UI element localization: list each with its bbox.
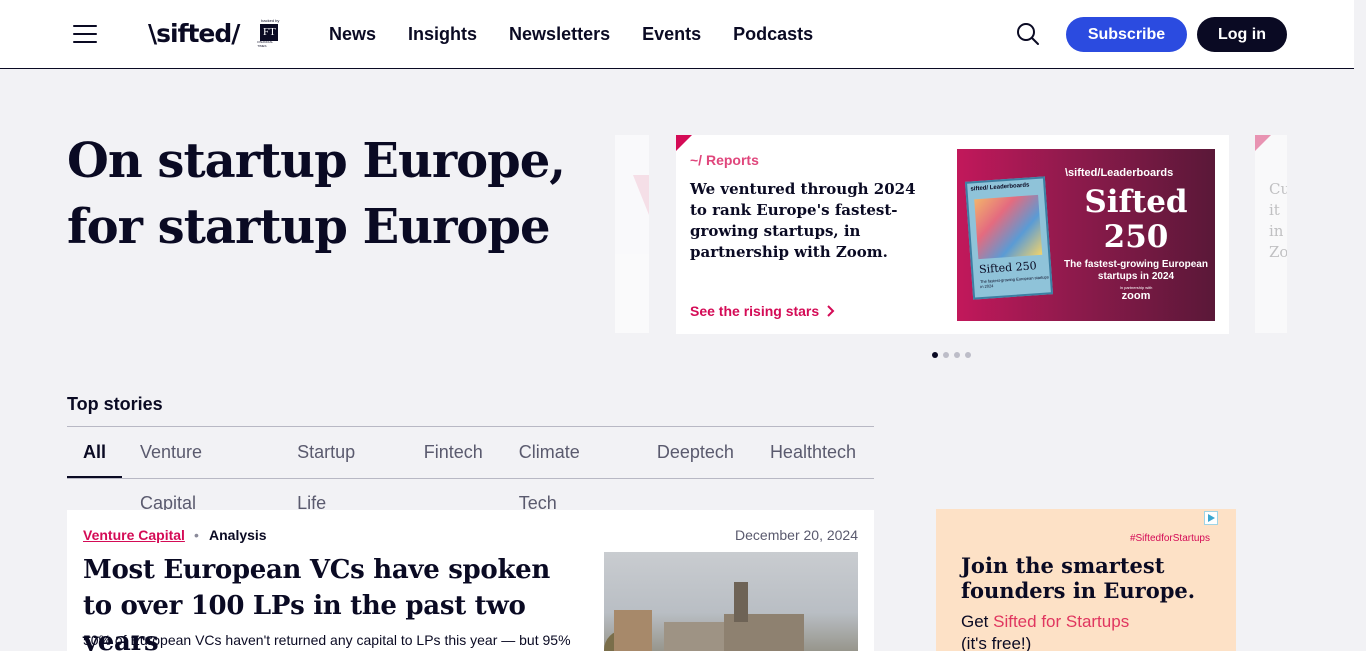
login-button[interactable]: Log in bbox=[1197, 17, 1287, 52]
book-subtitle: The fastest-growing European startups in… bbox=[979, 274, 1049, 290]
article-type: Analysis bbox=[209, 527, 267, 543]
ad-hashtag: #SiftedforStartups bbox=[1129, 533, 1210, 544]
book-illustration bbox=[974, 194, 1043, 260]
nav-insights[interactable]: Insights bbox=[408, 24, 477, 45]
top-stories-title: Top stories bbox=[67, 394, 163, 414]
tab-startup-life[interactable]: Startup Life bbox=[279, 427, 406, 513]
logo-text: \sifted/ bbox=[148, 18, 240, 48]
site-header: \sifted/ backed by FT FINANCIAL TIMES Ne… bbox=[0, 0, 1354, 69]
ad-choices-icon[interactable] bbox=[1204, 511, 1218, 525]
carousel: ~/ Reports We ventured through 2024 to r… bbox=[615, 125, 1287, 365]
carousel-dot-2[interactable] bbox=[943, 352, 949, 358]
next-card-text: Cu it in Zo bbox=[1269, 180, 1287, 261]
report-book: sifted/ Leaderboards Sifted 250 The fast… bbox=[964, 176, 1054, 300]
main-nav: News Insights Newsletters Events Podcast… bbox=[329, 24, 813, 45]
ft-mark: FT bbox=[260, 24, 279, 41]
book-header: sifted/ Leaderboards bbox=[970, 182, 1030, 193]
leaderboard-subtitle: The fastest-growing European startups in… bbox=[1064, 259, 1208, 282]
nav-newsletters[interactable]: Newsletters bbox=[509, 24, 610, 45]
nav-events[interactable]: Events bbox=[642, 24, 701, 45]
ft-name: FINANCIAL TIMES bbox=[257, 40, 273, 48]
chevron-right-icon bbox=[827, 305, 835, 317]
article-category[interactable]: Venture Capital bbox=[83, 527, 185, 543]
sifted-for-startups-ad[interactable]: #SiftedforStartups Join the smartest fou… bbox=[936, 509, 1236, 651]
article-date: December 20, 2024 bbox=[735, 527, 858, 543]
ad-get-text: Get bbox=[961, 612, 994, 631]
carousel-dot-3[interactable] bbox=[954, 352, 960, 358]
search-icon[interactable] bbox=[1016, 22, 1040, 46]
ad-headline: Join the smartest founders in Europe. bbox=[961, 553, 1196, 603]
nav-news[interactable]: News bbox=[329, 24, 376, 45]
card-link[interactable]: See the rising stars bbox=[690, 303, 835, 319]
article-summary: 50% of European VCs haven't returned any… bbox=[83, 632, 571, 648]
carousel-dots bbox=[932, 352, 971, 358]
tab-venture-capital[interactable]: Venture Capital bbox=[122, 427, 279, 513]
ad-product: Sifted for Startups bbox=[993, 612, 1130, 631]
hero-title: On startup Europe, for startup Europe bbox=[67, 133, 566, 255]
card-text: We ventured through 2024 to rank Europe'… bbox=[690, 180, 916, 261]
carousel-next-card[interactable]: Cu it in Zo bbox=[1255, 135, 1287, 333]
tab-fintech[interactable]: Fintech bbox=[406, 427, 501, 478]
card-tag: ~/ Reports bbox=[690, 152, 759, 168]
tab-climate-tech[interactable]: Climate Tech bbox=[501, 427, 639, 513]
nav-podcasts[interactable]: Podcasts bbox=[733, 24, 813, 45]
tab-healthtech[interactable]: Healthtech bbox=[752, 427, 874, 478]
leaderboard-image: sifted/ Leaderboards Sifted 250 The fast… bbox=[957, 149, 1215, 321]
article-separator: • bbox=[194, 527, 199, 543]
carousel-dot-4[interactable] bbox=[965, 352, 971, 358]
story-tabs: All Venture Capital Startup Life Fintech… bbox=[67, 427, 874, 513]
leaderboard-logo: \sifted/Leaderboards bbox=[1065, 167, 1174, 179]
card-corner-accent bbox=[676, 135, 692, 151]
zoom-logo: zoom bbox=[1121, 290, 1151, 302]
carousel-dot-1[interactable] bbox=[932, 352, 938, 358]
subscribe-button[interactable]: Subscribe bbox=[1066, 17, 1187, 52]
tab-deeptech[interactable]: Deeptech bbox=[639, 427, 752, 478]
ft-badge: backed by FT FINANCIAL TIMES bbox=[247, 18, 279, 48]
ad-free-text: (it's free!) bbox=[961, 634, 1032, 651]
carousel-card[interactable]: ~/ Reports We ventured through 2024 to r… bbox=[676, 135, 1229, 334]
tab-all[interactable]: All bbox=[67, 427, 123, 478]
menu-icon[interactable] bbox=[73, 25, 97, 43]
featured-article[interactable]: Venture Capital • Analysis December 20, … bbox=[67, 510, 874, 651]
book-title: Sifted 250 bbox=[978, 259, 1038, 277]
card-link-label: See the rising stars bbox=[690, 303, 820, 319]
carousel-prev-card[interactable] bbox=[615, 135, 649, 333]
leaderboard-title: Sifted 250 bbox=[1084, 184, 1188, 255]
ft-backed-text: backed by bbox=[261, 18, 280, 23]
article-image[interactable] bbox=[604, 552, 858, 651]
ad-get-line: Get Sifted for Startups bbox=[961, 612, 1129, 632]
sifted-logo[interactable]: \sifted/ backed by FT FINANCIAL TIMES bbox=[148, 16, 279, 50]
